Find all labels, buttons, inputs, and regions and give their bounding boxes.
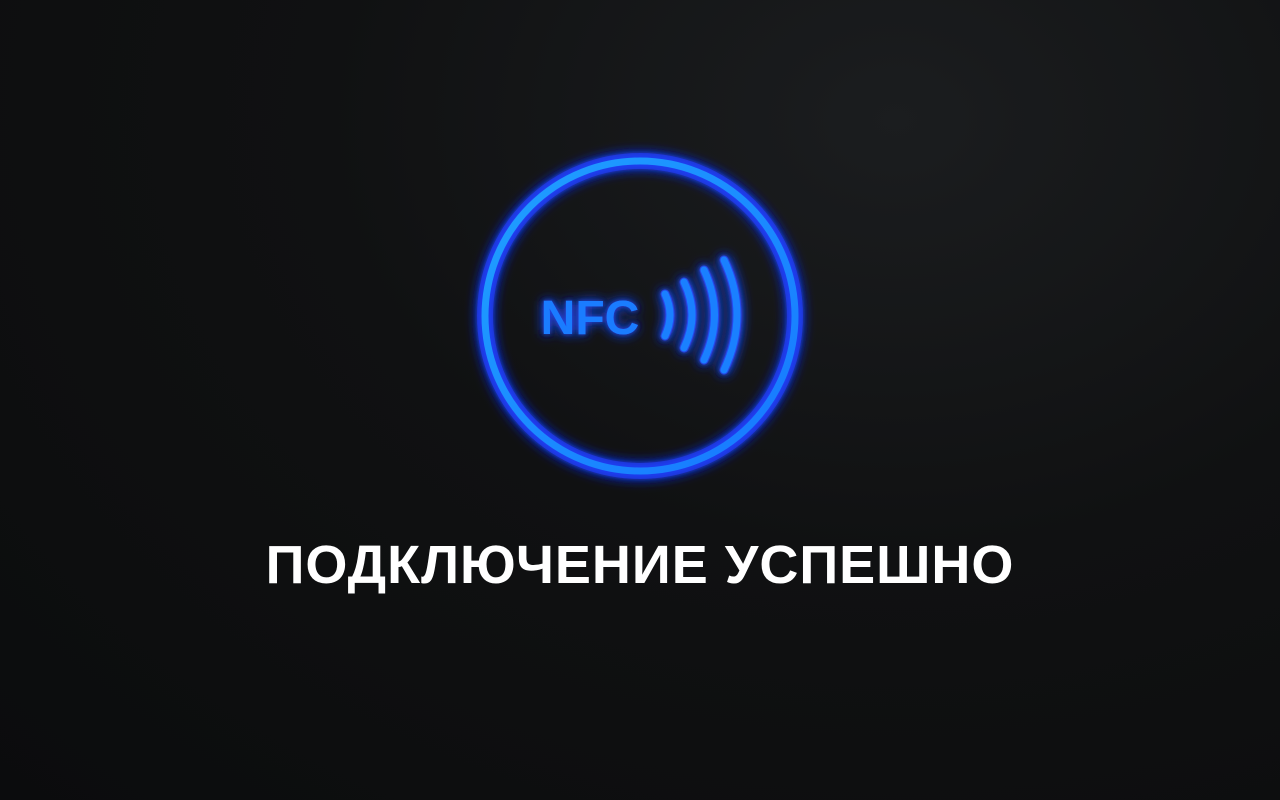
nfc-label: NFC bbox=[541, 292, 640, 345]
nfc-success-screen: NFC NFC ПОДКЛЮЧЕНИЕ УСПЕШНО bbox=[0, 0, 1280, 800]
status-message: ПОДКЛЮЧЕНИЕ УСПЕШНО bbox=[265, 535, 1015, 595]
ring bbox=[481, 157, 799, 475]
nfc-badge-graphic: NFC NFC bbox=[477, 153, 803, 479]
nfc-icon: NFC NFC bbox=[470, 146, 810, 486]
signal-waves-glow bbox=[660, 255, 742, 375]
